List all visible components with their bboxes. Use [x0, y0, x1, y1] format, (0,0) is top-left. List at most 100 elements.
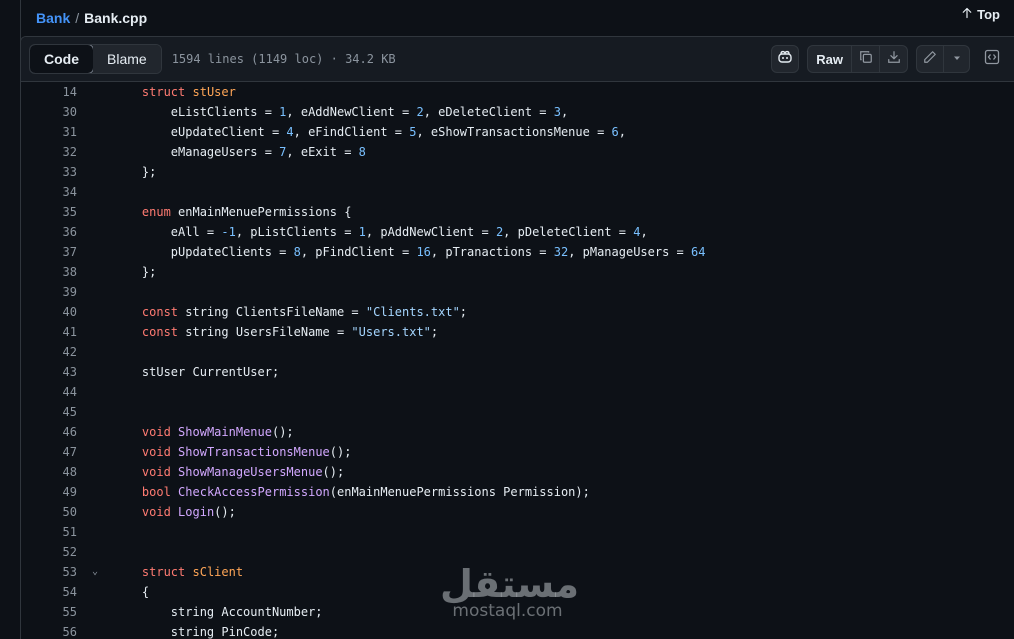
line-number[interactable]: 51 [21, 522, 77, 542]
symbols-panel-button[interactable] [978, 45, 1006, 73]
edit-button[interactable] [916, 45, 944, 73]
fold-chevron-icon[interactable]: ⌄ [77, 562, 113, 582]
line-number[interactable]: 52 [21, 542, 77, 562]
code-token: , eFindClient = [293, 125, 410, 139]
line-text: void ShowManageUsersMenue(); [113, 462, 344, 482]
code-token: Login [178, 505, 215, 519]
code-line: 42 [21, 342, 1014, 362]
code-token: 64 [691, 245, 706, 259]
code-token: 32 [553, 245, 569, 259]
code-token: void [141, 505, 171, 519]
code-token: (); [322, 465, 345, 479]
fold-gutter [77, 482, 113, 502]
fold-gutter [77, 442, 113, 462]
line-number[interactable]: 48 [21, 462, 77, 482]
fold-gutter [77, 622, 113, 639]
fold-gutter [77, 182, 113, 202]
code-line: 35 enum enMainMenuePermissions { [21, 202, 1014, 222]
line-number[interactable]: 39 [21, 282, 77, 302]
fold-gutter [77, 162, 113, 182]
line-number[interactable]: 55 [21, 602, 77, 622]
code-token: -1 [221, 225, 236, 239]
fold-gutter [77, 382, 113, 402]
code-square-icon [984, 49, 1000, 70]
line-text: const string ClientsFileName = "Clients.… [113, 302, 467, 322]
line-number[interactable]: 35 [21, 202, 77, 222]
code-token: const [141, 305, 179, 319]
edit-more-button[interactable] [944, 45, 970, 73]
breadcrumb-repo-link[interactable]: Bank [36, 10, 70, 26]
code-line: 30 eListClients = 1, eAddNewClient = 2, … [21, 102, 1014, 122]
code-token: enum [141, 205, 171, 219]
line-number[interactable]: 54 [21, 582, 77, 602]
line-number[interactable]: 31 [21, 122, 77, 142]
line-number[interactable]: 45 [21, 402, 77, 422]
line-number[interactable]: 38 [21, 262, 77, 282]
download-button[interactable] [880, 45, 908, 73]
tab-code[interactable]: Code [29, 45, 94, 73]
line-text: string PinCode; [113, 622, 279, 639]
line-text: void Login(); [113, 502, 236, 522]
copilot-button[interactable] [771, 45, 800, 73]
line-number[interactable]: 37 [21, 242, 77, 262]
view-tabs: Code Blame [29, 44, 162, 74]
fold-gutter [77, 302, 113, 322]
code-token: bool [141, 485, 171, 499]
code-token: ShowManageUsersMenue [178, 465, 323, 479]
line-number[interactable]: 50 [21, 502, 77, 522]
code-token: , eExit = [286, 145, 359, 159]
line-number[interactable]: 34 [21, 182, 77, 202]
code-token: string UsersFileName = [178, 325, 352, 339]
line-text: string AccountNumber; [113, 602, 323, 622]
code-token: (); [329, 445, 352, 459]
fold-gutter [77, 402, 113, 422]
code-token: 8 [293, 245, 301, 259]
code-line: 52 [21, 542, 1014, 562]
line-number[interactable]: 14 [21, 82, 77, 102]
code-line: 34 [21, 182, 1014, 202]
breadcrumb: Bank / Bank.cpp [20, 0, 1014, 36]
line-number[interactable]: 49 [21, 482, 77, 502]
line-number[interactable]: 33 [21, 162, 77, 182]
left-rail [0, 0, 21, 639]
line-number[interactable]: 44 [21, 382, 77, 402]
line-number[interactable]: 47 [21, 442, 77, 462]
line-number[interactable]: 41 [21, 322, 77, 342]
arrow-up-icon [961, 7, 973, 22]
line-number[interactable]: 43 [21, 362, 77, 382]
line-number[interactable]: 56 [21, 622, 77, 639]
line-text: void ShowMainMenue(); [113, 422, 294, 442]
code-line: 31 eUpdateClient = 4, eFindClient = 5, e… [21, 122, 1014, 142]
code-line: 45 [21, 402, 1014, 422]
line-number[interactable]: 46 [21, 422, 77, 442]
line-text: stUser CurrentUser; [113, 362, 279, 382]
code-token: "Clients.txt" [365, 305, 460, 319]
line-text: const string UsersFileName = "Users.txt"… [113, 322, 438, 342]
watermark: مستقل mostaql.com [440, 565, 579, 621]
top-link[interactable]: Top [961, 0, 1000, 28]
raw-button[interactable]: Raw [807, 45, 852, 73]
code-token: (); [271, 425, 294, 439]
copy-button[interactable] [852, 45, 880, 73]
line-number[interactable]: 36 [21, 222, 77, 242]
line-number[interactable]: 40 [21, 302, 77, 322]
code-token: string PinCode; [113, 625, 280, 639]
tab-blame[interactable]: Blame [93, 45, 161, 73]
line-number[interactable]: 53 [21, 562, 77, 582]
code-token: (); [214, 505, 236, 519]
code-view: 14 struct stUser 30 eListClients = 1, eAd… [21, 82, 1014, 639]
line-number[interactable]: 32 [21, 142, 77, 162]
fold-gutter [77, 422, 113, 442]
line-number[interactable]: 30 [21, 102, 77, 122]
code-line: 33 }; [21, 162, 1014, 182]
fold-gutter [77, 322, 113, 342]
line-number[interactable]: 42 [21, 342, 77, 362]
